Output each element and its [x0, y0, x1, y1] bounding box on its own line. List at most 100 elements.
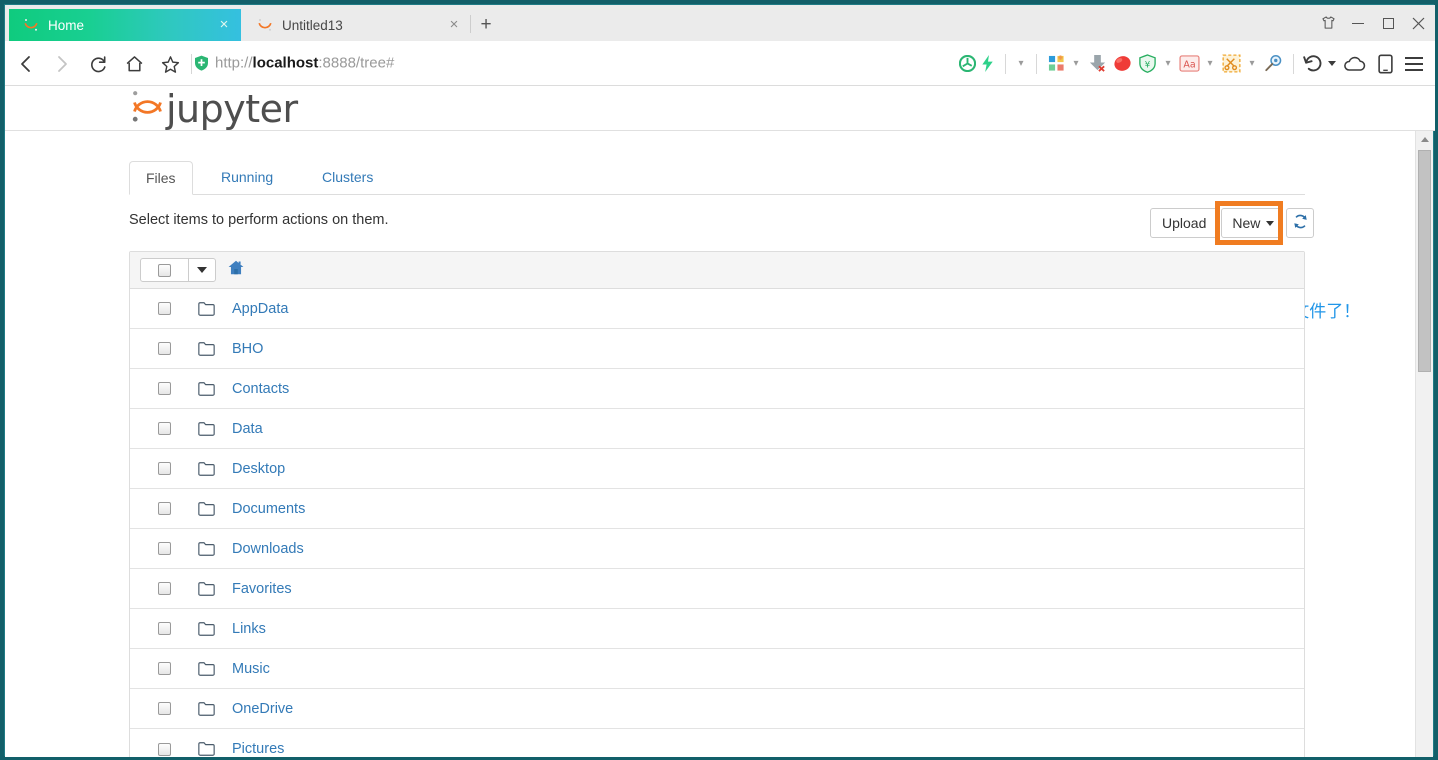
file-row-name[interactable]: Pictures — [232, 741, 284, 757]
file-row[interactable]: OneDrive — [130, 689, 1304, 729]
chevron-down-icon[interactable]: ▾ — [1161, 55, 1175, 73]
recycle-green-icon[interactable] — [956, 55, 978, 72]
scroll-up-button[interactable] — [1416, 131, 1433, 148]
file-row[interactable]: Links — [130, 609, 1304, 649]
file-row-checkbox[interactable] — [140, 422, 188, 435]
file-row-checkbox[interactable] — [140, 462, 188, 475]
new-tab-button[interactable]: + — [475, 14, 497, 36]
chevron-down-icon[interactable]: ▾ — [1203, 55, 1217, 73]
mobile-icon[interactable] — [1371, 53, 1399, 74]
jupyter-logo[interactable]: jupyter — [131, 86, 298, 131]
file-row-name[interactable]: Links — [232, 621, 266, 637]
file-row-name[interactable]: Favorites — [232, 581, 292, 597]
selection-dropdown-button[interactable] — [189, 259, 215, 281]
file-row-checkbox[interactable] — [140, 582, 188, 595]
browser-tab-home-close-icon[interactable]: × — [215, 16, 233, 34]
file-row-checkbox[interactable] — [140, 542, 188, 555]
window-close-button[interactable] — [1403, 8, 1433, 38]
window-minimize-button[interactable] — [1343, 8, 1373, 38]
back-icon[interactable] — [11, 49, 41, 79]
red-blob-icon[interactable] — [1110, 54, 1135, 73]
browser-tab-strip: Home × Untitled13 × + — [5, 5, 1435, 41]
file-row-name[interactable]: Desktop — [232, 461, 285, 477]
url-host: localhost — [252, 54, 319, 72]
screenshot-scissors-icon[interactable] — [1218, 54, 1244, 73]
checkbox-box-icon — [157, 742, 171, 756]
svg-text:Aa: Aa — [1183, 59, 1195, 70]
file-row-name[interactable]: Music — [232, 661, 270, 677]
file-list-header — [130, 252, 1304, 289]
file-row-name[interactable]: OneDrive — [232, 701, 293, 717]
checkbox-box-icon — [157, 662, 171, 675]
refresh-button[interactable] — [1286, 208, 1315, 238]
file-row-name[interactable]: Data — [232, 421, 263, 437]
file-row-checkbox[interactable] — [140, 622, 188, 635]
undo-icon[interactable] — [1301, 54, 1325, 73]
file-row-name[interactable]: Contacts — [232, 381, 289, 397]
browser-tab-untitled13[interactable]: Untitled13 × — [243, 9, 471, 41]
star-icon[interactable] — [155, 49, 185, 79]
file-row-checkbox[interactable] — [140, 302, 188, 315]
file-row[interactable]: Contacts — [130, 369, 1304, 409]
file-row-checkbox[interactable] — [140, 702, 188, 715]
download-arrow-icon[interactable] — [1084, 54, 1110, 73]
file-row-name[interactable]: BHO — [232, 341, 263, 357]
file-row[interactable]: BHO — [130, 329, 1304, 369]
file-row[interactable]: AppData — [130, 289, 1304, 329]
file-row[interactable]: Desktop — [130, 449, 1304, 489]
file-row-checkbox[interactable] — [140, 742, 188, 756]
tab-files[interactable]: Files — [129, 161, 193, 195]
url-path: :8888/tree# — [318, 54, 395, 72]
jupyter-page-body: Files Running Clusters 打开python3，即可开始编辑你… — [5, 131, 1417, 757]
new-button[interactable]: New — [1221, 208, 1284, 238]
browser-window: Home × Untitled13 × + http://localhost:8… — [0, 0, 1438, 760]
scrollbar-thumb[interactable] — [1418, 150, 1431, 372]
grid-add-icon[interactable] — [1044, 55, 1068, 72]
page-scrollbar[interactable] — [1415, 131, 1433, 757]
reload-icon[interactable] — [83, 49, 113, 79]
breadcrumb-home-button[interactable] — [228, 260, 244, 280]
checkbox-box-icon — [157, 422, 171, 435]
file-row-name[interactable]: Downloads — [232, 541, 304, 557]
jupyter-header: jupyter — [5, 86, 1435, 131]
translate-aa-icon[interactable]: Aa — [1176, 55, 1202, 72]
file-row[interactable]: Pictures — [130, 729, 1304, 757]
file-row[interactable]: Downloads — [130, 529, 1304, 569]
file-row-checkbox[interactable] — [140, 382, 188, 395]
chevron-down-icon[interactable]: ▾ — [1069, 55, 1083, 73]
file-row-name[interactable]: AppData — [232, 301, 288, 317]
forward-icon[interactable] — [47, 49, 77, 79]
cloud-icon[interactable] — [1339, 55, 1371, 73]
yen-shield-icon[interactable]: ¥ — [1135, 54, 1160, 73]
folder-icon — [198, 301, 228, 316]
browser-navigation-bar: http://localhost:8888/tree# ▾ ▾ ¥ ▾ Aa ▾… — [5, 41, 1435, 86]
tab-running[interactable]: Running — [205, 161, 289, 195]
caret-small-down-icon[interactable] — [1325, 61, 1339, 66]
file-row[interactable]: Documents — [130, 489, 1304, 529]
file-row-checkbox[interactable] — [140, 502, 188, 515]
file-browser-list: AppData BHO Contacts Data Desktop Documents Do… — [129, 251, 1305, 757]
lightning-icon[interactable] — [978, 55, 998, 72]
tab-clusters[interactable]: Clusters — [306, 161, 389, 195]
browser-tab-home[interactable]: Home × — [9, 9, 241, 41]
tshirt-skin-icon[interactable] — [1313, 8, 1343, 38]
file-row-name[interactable]: Documents — [232, 501, 305, 517]
file-row[interactable]: Favorites — [130, 569, 1304, 609]
home-icon[interactable] — [119, 49, 149, 79]
select-all-group — [140, 258, 216, 282]
upload-button[interactable]: Upload — [1150, 208, 1219, 238]
file-row-checkbox[interactable] — [140, 342, 188, 355]
file-row-checkbox[interactable] — [140, 662, 188, 675]
refresh-icon — [1293, 214, 1308, 232]
folder-icon — [198, 661, 228, 676]
file-row[interactable]: Data — [130, 409, 1304, 449]
chevron-down-icon[interactable]: ▾ — [1014, 55, 1028, 73]
browser-tab-untitled13-close-icon[interactable]: × — [445, 16, 463, 34]
select-all-checkbox[interactable] — [141, 259, 189, 281]
magnifier-icon[interactable] — [1260, 54, 1286, 73]
chevron-down-icon[interactable]: ▾ — [1245, 55, 1259, 73]
file-row[interactable]: Music — [130, 649, 1304, 689]
window-maximize-button[interactable] — [1373, 8, 1403, 38]
address-bar-url[interactable]: http://localhost:8888/tree# — [215, 55, 394, 72]
hamburger-menu-icon[interactable] — [1399, 56, 1429, 72]
